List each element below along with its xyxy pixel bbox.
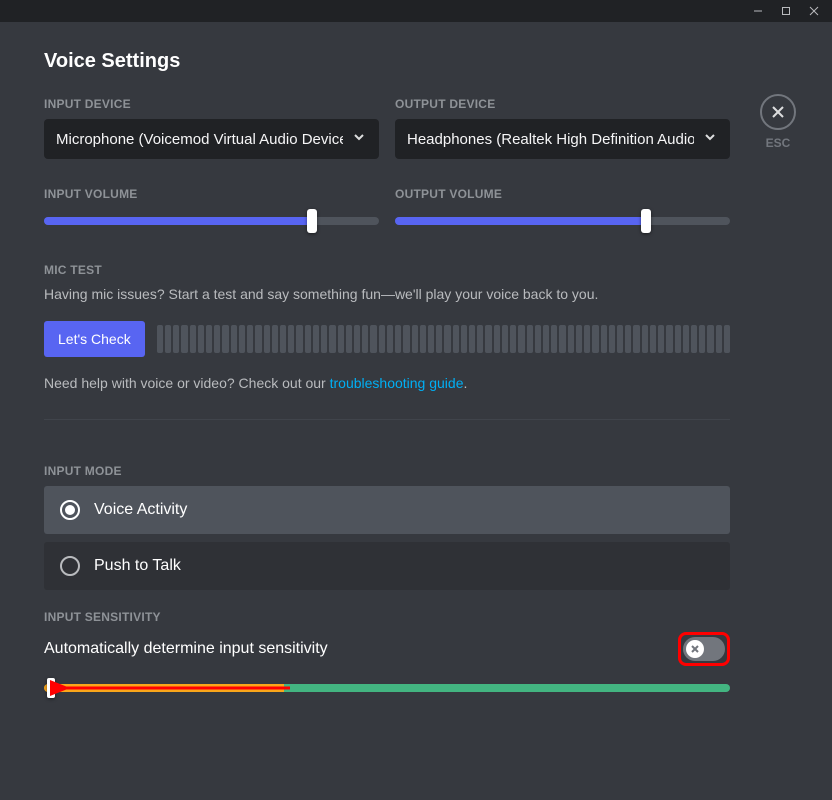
window-minimize-button[interactable] (744, 0, 772, 22)
radio-icon (60, 500, 80, 520)
troubleshooting-link[interactable]: troubleshooting guide (330, 375, 464, 391)
help-prefix: Need help with voice or video? Check out… (44, 375, 330, 391)
mic-vu-meter (157, 325, 730, 353)
mic-test-label: MIC TEST (44, 263, 730, 277)
help-suffix: . (464, 375, 468, 391)
sensitivity-slider[interactable] (44, 680, 730, 696)
mic-test-button[interactable]: Let's Check (44, 321, 145, 357)
toggle-knob (686, 640, 704, 658)
close-settings-button[interactable] (760, 94, 796, 130)
input-device-label: INPUT DEVICE (44, 97, 379, 111)
mic-test-description: Having mic issues? Start a test and say … (44, 285, 730, 305)
input-device-select[interactable]: Microphone (Voicemod Virtual Audio Devic… (44, 119, 379, 159)
input-mode-option-label: Voice Activity (94, 501, 187, 519)
input-mode-option-0[interactable]: Voice Activity (44, 486, 730, 534)
chevron-down-icon (702, 129, 718, 149)
close-icon (770, 104, 786, 120)
input-volume-label: INPUT VOLUME (44, 187, 379, 201)
output-device-label: OUTPUT DEVICE (395, 97, 730, 111)
chevron-down-icon (351, 129, 367, 149)
page-title: Voice Settings (44, 50, 788, 73)
window-maximize-button[interactable] (772, 0, 800, 22)
help-text: Need help with voice or video? Check out… (44, 375, 730, 391)
output-volume-slider[interactable] (395, 209, 730, 233)
output-device-select[interactable]: Headphones (Realtek High Definition Audi… (395, 119, 730, 159)
close-settings: ESC (760, 94, 796, 150)
input-mode-label: INPUT MODE (44, 464, 730, 478)
output-volume-label: OUTPUT VOLUME (395, 187, 730, 201)
radio-icon (60, 556, 80, 576)
auto-sensitivity-toggle[interactable] (683, 637, 725, 661)
window-titlebar (0, 0, 832, 22)
input-mode-option-label: Push to Talk (94, 557, 181, 575)
input-mode-option-1[interactable]: Push to Talk (44, 542, 730, 590)
output-device-value: Headphones (Realtek High Definition Audi… (407, 131, 694, 148)
auto-sensitivity-label: Automatically determine input sensitivit… (44, 640, 328, 658)
x-icon (690, 644, 700, 654)
section-divider (44, 419, 730, 420)
window-close-button[interactable] (800, 0, 828, 22)
input-sensitivity-label: INPUT SENSITIVITY (44, 610, 730, 624)
settings-content: Voice Settings INPUT DEVICE Microphone (… (0, 22, 832, 716)
input-device-value: Microphone (Voicemod Virtual Audio Devic… (56, 131, 343, 148)
esc-label: ESC (766, 136, 791, 150)
input-volume-slider[interactable] (44, 209, 379, 233)
